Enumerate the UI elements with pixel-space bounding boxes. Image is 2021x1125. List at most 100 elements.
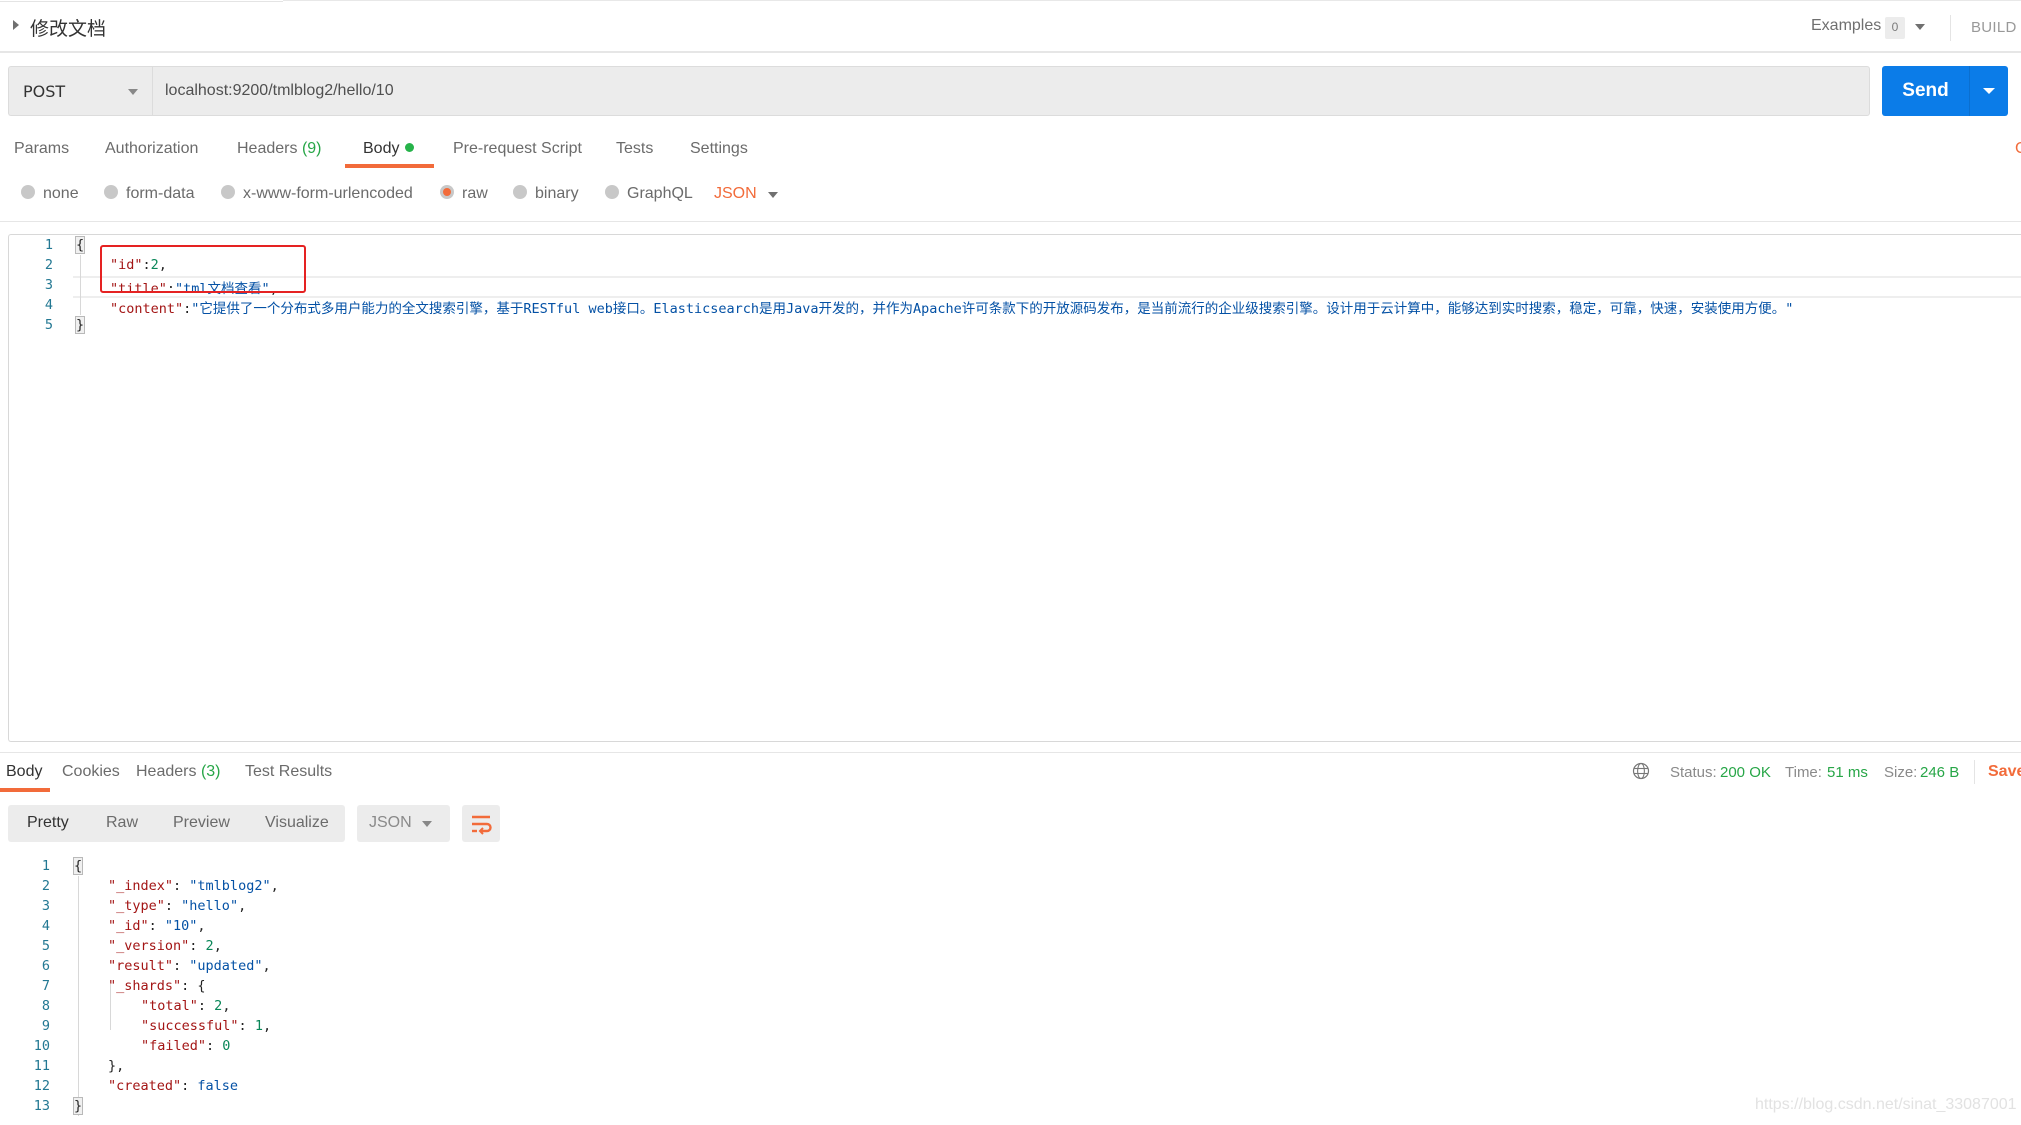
line-number: 7 [41,978,50,994]
code-line: "_shards": { [108,978,206,994]
body-option-none[interactable]: none [21,185,79,203]
matched-brace: { [72,857,84,875]
method-select[interactable]: POST [8,66,153,116]
tab-authorization[interactable]: Authorization [105,140,198,158]
headers-count: (3) [200,763,221,780]
json-key: "_id" [108,918,149,934]
format-label: JSON [369,814,412,831]
radio-icon[interactable] [104,185,118,199]
indent-guide [78,876,79,1116]
response-format-select[interactable]: JSON [357,805,450,842]
status-label: Status: [1670,764,1717,781]
code-line: { [74,236,86,254]
line-number: 5 [41,938,50,954]
json-value: 1 [254,1018,263,1034]
tab-strip-right [283,0,2021,2]
line-number: 6 [41,958,50,974]
code-line: "created": false [108,1078,239,1094]
json-value: false [197,1078,239,1094]
body-option-binary[interactable]: binary [513,185,579,203]
line-number: 1 [44,237,53,253]
annotation-highlight-box [100,245,306,293]
line-number: 10 [33,1038,50,1054]
active-tab-underline [0,788,50,792]
tab-tests[interactable]: Tests [616,140,653,158]
option-label: raw [462,185,488,202]
send-button[interactable]: Send [1882,66,2008,116]
globe-icon[interactable] [1632,762,1650,780]
current-line-highlight [73,276,2021,298]
line-number: 13 [33,1098,50,1114]
radio-icon[interactable] [221,185,235,199]
matched-brace: } [74,316,86,334]
line-number: 12 [33,1078,50,1094]
code-line: } [74,316,86,334]
tab-settings-label: Settings [690,140,748,157]
status-divider [1974,760,1975,784]
radio-selected-icon[interactable] [440,185,454,199]
view-preview[interactable]: Preview [173,814,230,832]
examples-count-badge: 0 [1885,17,1905,39]
tab-settings[interactable]: Settings [690,140,748,158]
save-response-button[interactable]: Save [1988,763,2021,781]
body-format-select[interactable]: JSON [714,185,757,203]
line-number: 1 [41,858,50,874]
examples-dropdown-icon[interactable] [1915,24,1925,30]
examples-button[interactable]: Examples [1811,17,1881,35]
body-type-options: none form-data x-www-form-urlencoded raw… [0,182,2021,210]
url-value[interactable]: localhost:9200/tmlblog2/hello/10 [165,82,394,100]
body-option-graphql[interactable]: GraphQL [605,185,693,203]
code-line: "_type": "hello", [108,898,247,914]
tab-headers[interactable]: Headers (9) [237,140,322,158]
build-mode-button[interactable]: BUILD [1971,19,2017,36]
json-key: "_version" [108,938,190,954]
radio-icon[interactable] [21,185,35,199]
json-key: "total" [141,998,198,1014]
code-line: } [72,1097,84,1115]
tab-label: Headers [136,763,197,780]
response-status-bar: Status: 200 OK Time: 51 ms Size: 246 B S… [1620,760,2021,794]
send-label[interactable]: Send [1882,66,1969,116]
code-line: "_index": "tmlblog2", [108,878,279,894]
time-value: 51 ms [1827,764,1868,781]
json-key: "_type" [108,898,165,914]
expand-caret-icon[interactable] [13,20,19,30]
line-number: 11 [33,1058,50,1074]
line-number: 3 [44,277,53,293]
body-modified-dot [405,143,415,152]
body-option-raw[interactable]: raw [440,185,488,203]
wrap-lines-button[interactable] [462,805,500,842]
body-option-form-data[interactable]: form-data [104,185,194,203]
response-tab-cookies[interactable]: Cookies [62,763,120,781]
code-line: "failed": 0 [141,1038,231,1054]
size-label: Size: [1884,764,1918,781]
send-options-icon[interactable] [1983,88,1995,94]
view-raw[interactable]: Raw [106,814,138,832]
status-value: 200 OK [1720,764,1771,781]
response-tab-body[interactable]: Body [6,763,42,781]
view-pretty[interactable]: Pretty [27,814,69,832]
cookies-link[interactable]: C [2015,140,2021,158]
radio-icon[interactable] [605,185,619,199]
view-visualize[interactable]: Visualize [265,814,329,832]
response-tab-test-results[interactable]: Test Results [245,763,332,781]
url-input[interactable]: localhost:9200/tmlblog2/hello/10 [152,66,1870,116]
response-tabs: Body Cookies Headers (3) Test Results [0,760,1400,794]
tab-pre-request-script[interactable]: Pre-request Script [453,140,582,158]
response-tab-headers[interactable]: Headers (3) [136,763,221,781]
request-title[interactable]: 修改文档 [30,14,106,41]
wrap-lines-icon [472,815,492,835]
tab-params[interactable]: Params [14,140,69,158]
line-number: 5 [44,317,53,333]
send-divider [1969,66,1970,116]
body-option-urlencoded[interactable]: x-www-form-urlencoded [221,185,413,203]
line-number: 2 [44,257,53,273]
headers-count: (9) [301,140,322,157]
chevron-down-icon[interactable] [768,192,778,198]
tab-pre-request-script-label: Pre-request Script [453,140,582,157]
request-body-editor[interactable]: 1 2 3 4 5 { "id":2, "title":"tml文档查看", "… [8,234,2021,742]
response-body-viewer[interactable]: 1 2 3 4 5 6 7 8 9 10 11 12 13 { "_index"… [0,852,2021,1125]
tab-body[interactable]: Body [363,140,415,158]
line-number: 2 [41,878,50,894]
radio-icon[interactable] [513,185,527,199]
